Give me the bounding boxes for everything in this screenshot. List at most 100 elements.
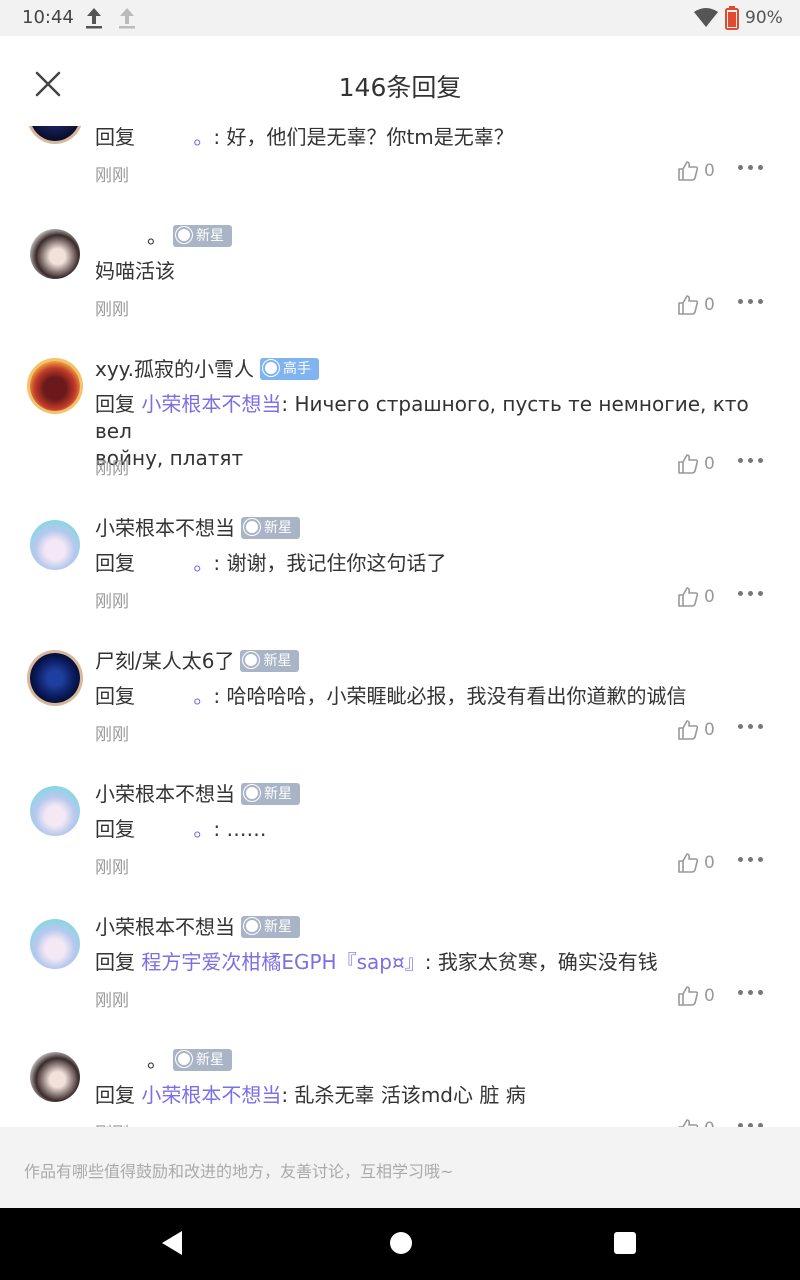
- comment-body: 妈喵活该: [95, 259, 175, 283]
- comment-time: 刚刚: [95, 725, 129, 745]
- level-badge: 新星: [241, 782, 300, 805]
- reply-separator: :: [213, 126, 227, 149]
- level-badge: 新星: [240, 649, 300, 672]
- reply-separator: :: [213, 551, 227, 575]
- star-badge-icon: [244, 917, 260, 934]
- recent-square-icon: [614, 1232, 636, 1254]
- reply-keyword: 回复: [95, 126, 135, 149]
- more-button[interactable]: [736, 983, 766, 1003]
- nav-home-button[interactable]: [389, 1230, 413, 1260]
- username-line: 小荣根本不想当 新星: [95, 778, 300, 808]
- avatar[interactable]: [30, 1052, 80, 1102]
- more-button[interactable]: [736, 850, 766, 870]
- more-button[interactable]: [736, 451, 766, 471]
- like-count: 0: [704, 161, 715, 181]
- reply-list[interactable]: 回复 。: 好，他们是无辜？你tm是无辜？ 刚刚 0 。新星 妈喵活该 刚刚 0: [0, 126, 800, 1127]
- reply-keyword: 回复: [95, 1083, 135, 1107]
- reply-separator: :: [281, 392, 295, 416]
- comment-item: 。新星 妈喵活该 刚刚 0: [0, 216, 800, 349]
- like-button[interactable]: 0: [676, 159, 720, 185]
- thumbs-up-icon: [678, 986, 699, 1006]
- reply-target[interactable]: 小荣根本不想当: [141, 1083, 281, 1107]
- more-button[interactable]: [736, 292, 766, 312]
- username-line: 尸刻/某人太6了 新星: [95, 645, 300, 675]
- thumbs-up-icon: [678, 587, 699, 607]
- username[interactable]: 小荣根本不想当: [95, 516, 235, 540]
- username[interactable]: 。: [147, 224, 167, 248]
- thumbs-up-icon: [678, 161, 699, 181]
- thumbs-up-icon: [678, 720, 699, 740]
- thumbs-up-icon: [678, 1119, 699, 1127]
- more-button[interactable]: [736, 717, 766, 737]
- comment-time: 刚刚: [95, 991, 129, 1011]
- system-nav-bar: [0, 1208, 800, 1280]
- avatar[interactable]: [30, 361, 80, 411]
- avatar[interactable]: [30, 786, 80, 836]
- more-button[interactable]: [736, 158, 766, 178]
- comment-item: 回复 。: 好，他们是无辜？你tm是无辜？ 刚刚 0: [0, 126, 800, 207]
- like-button[interactable]: 0: [676, 1117, 720, 1127]
- reply-target[interactable]: 程方宇爱次柑橘EGPH『sap¤』: [141, 950, 424, 974]
- comment-time: 刚刚: [95, 592, 129, 612]
- like-count: 0: [704, 853, 715, 873]
- username-line: 小荣根本不想当 新星: [95, 512, 300, 542]
- reply-target[interactable]: 。: [193, 126, 213, 149]
- comment-time: 刚刚: [95, 166, 129, 186]
- username-line: 。新星: [95, 1044, 232, 1074]
- wifi-icon: [694, 8, 718, 27]
- comment-body: 哈哈哈哈，小荣睚眦必报，我没有看出你道歉的诚信: [226, 684, 687, 708]
- more-button[interactable]: [736, 584, 766, 604]
- reply-keyword: 回复: [95, 817, 135, 841]
- nav-back-button[interactable]: [160, 1230, 184, 1260]
- comment-item: 小荣根本不想当 新星 回复 。: …… 刚刚 0: [0, 774, 800, 907]
- like-button[interactable]: 0: [676, 293, 720, 319]
- comment-body: 好，他们是无辜？你tm是无辜？: [226, 126, 514, 149]
- reply-text: 回复 程方宇爱次柑橘EGPH『sap¤』: 我家太贫寒，确实没有钱: [95, 949, 775, 976]
- comment-body: ……: [226, 817, 267, 841]
- username-line: 。新星: [95, 220, 232, 250]
- like-count: 0: [704, 986, 715, 1006]
- level-badge: 高手: [260, 357, 320, 380]
- reply-text: 回复 小荣根本不想当: 乱杀无辜 活该md心 脏 病: [95, 1082, 775, 1109]
- star-badge-icon: [176, 226, 192, 243]
- thumbs-up-icon: [678, 454, 699, 474]
- level-badge: 新星: [241, 516, 300, 539]
- username[interactable]: 尸刻/某人太6了: [95, 649, 234, 673]
- username[interactable]: 小荣根本不想当: [95, 915, 235, 939]
- avatar[interactable]: [30, 229, 80, 279]
- comment-body: 乱杀无辜 活该md心 脏 病: [294, 1083, 526, 1107]
- avatar[interactable]: [30, 520, 80, 570]
- comment-item: 小荣根本不想当 新星 回复 程方宇爱次柑橘EGPH『sap¤』: 我家太贫寒，确实…: [0, 907, 800, 1040]
- level-badge: 新星: [241, 915, 300, 938]
- thumbs-up-icon: [678, 853, 699, 873]
- star-badge-icon: [176, 1050, 192, 1067]
- level-badge: 新星: [173, 224, 232, 247]
- upload-icon: [86, 8, 102, 29]
- like-button[interactable]: 0: [676, 585, 720, 611]
- username-line: xyy.孤寂的小雪人 高手: [95, 353, 320, 383]
- avatar[interactable]: [30, 653, 80, 703]
- like-button[interactable]: 0: [676, 452, 720, 478]
- like-button[interactable]: 0: [676, 851, 720, 877]
- nav-recent-button[interactable]: [613, 1230, 637, 1260]
- username[interactable]: 。: [147, 1048, 167, 1072]
- reply-keyword: 回复: [95, 392, 135, 416]
- like-button[interactable]: 0: [676, 718, 720, 744]
- reply-target[interactable]: 。: [193, 551, 213, 575]
- star-badge-icon: [244, 518, 260, 535]
- battery-percent: 90%: [745, 8, 783, 28]
- avatar[interactable]: [30, 919, 80, 969]
- reply-target[interactable]: 小荣根本不想当: [141, 392, 281, 416]
- reply-keyword: 回复: [95, 950, 135, 974]
- comment-input-placeholder: 作品有哪些值得鼓励和改进的地方，友善讨论，互相学习哦~: [24, 1162, 454, 1181]
- reply-separator: :: [281, 1083, 295, 1107]
- username[interactable]: 小荣根本不想当: [95, 782, 235, 806]
- reply-target[interactable]: 。: [193, 684, 213, 708]
- username[interactable]: xyy.孤寂的小雪人: [95, 357, 254, 381]
- avatar[interactable]: [30, 126, 80, 141]
- like-button[interactable]: 0: [676, 984, 720, 1010]
- comment-input-bar[interactable]: 作品有哪些值得鼓励和改进的地方，友善讨论，互相学习哦~: [0, 1127, 800, 1208]
- reply-target[interactable]: 。: [193, 817, 213, 841]
- more-button[interactable]: [736, 1116, 766, 1127]
- like-count: 0: [704, 295, 715, 315]
